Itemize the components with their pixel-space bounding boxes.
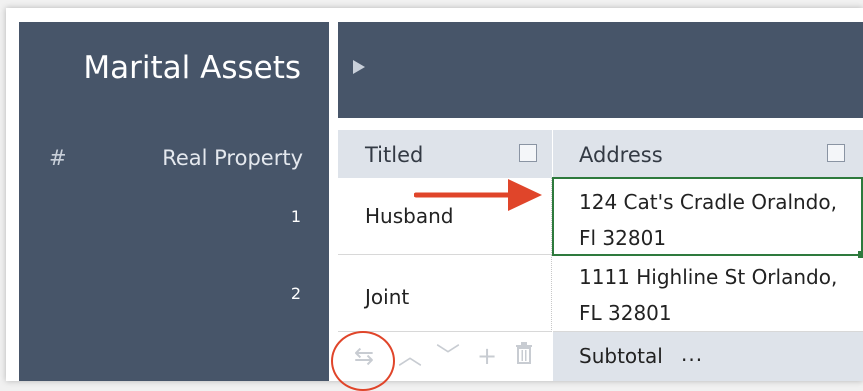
titled-column-checkbox[interactable]	[519, 144, 537, 162]
real-property-table: Titled Address Husband 124 Cat's Cradle …	[338, 130, 863, 381]
row-number-header: #	[49, 146, 67, 170]
column-header-address[interactable]: Address	[553, 130, 863, 179]
delete-icon[interactable]	[515, 342, 533, 370]
column-header-label: Titled	[365, 143, 424, 167]
expand-arrow-icon[interactable]	[353, 60, 365, 74]
subtotal-row[interactable]: Subtotal ...	[553, 332, 863, 381]
fill-handle[interactable]	[858, 251, 863, 258]
address-column-checkbox[interactable]	[827, 144, 845, 162]
subtotal-menu[interactable]: ...	[681, 342, 703, 366]
selected-cell-outline	[552, 177, 863, 258]
move-down-icon[interactable]: ﹀	[436, 342, 460, 370]
cell-text: Joint	[365, 285, 410, 309]
real-property-header: Real Property	[162, 146, 303, 170]
address-line-1: 1111 Highline St Orlando,	[579, 265, 838, 289]
column-header-label: Address	[579, 143, 663, 167]
column-header-titled[interactable]: Titled	[338, 130, 553, 179]
address-line-2: FL 32801	[579, 301, 672, 325]
section-banner	[338, 22, 863, 118]
marital-assets-panel: Marital Assets # Real Property 1 2	[19, 22, 329, 381]
table-cell-address[interactable]: 1111 Highline St Orlando, FL 32801	[553, 255, 863, 332]
add-icon[interactable]: +	[477, 342, 497, 370]
annotation-arrow-icon	[414, 179, 542, 211]
cell-text: 1111 Highline St Orlando, FL 32801	[579, 259, 859, 331]
move-up-icon[interactable]: ︿	[398, 342, 422, 370]
row-number-1: 1	[290, 207, 301, 226]
panel-title: Marital Assets	[83, 50, 301, 86]
row-number-2: 2	[290, 284, 301, 303]
table-cell-titled[interactable]: Joint	[338, 255, 552, 332]
annotation-circle	[331, 331, 395, 391]
subtotal-label: Subtotal	[579, 344, 663, 368]
